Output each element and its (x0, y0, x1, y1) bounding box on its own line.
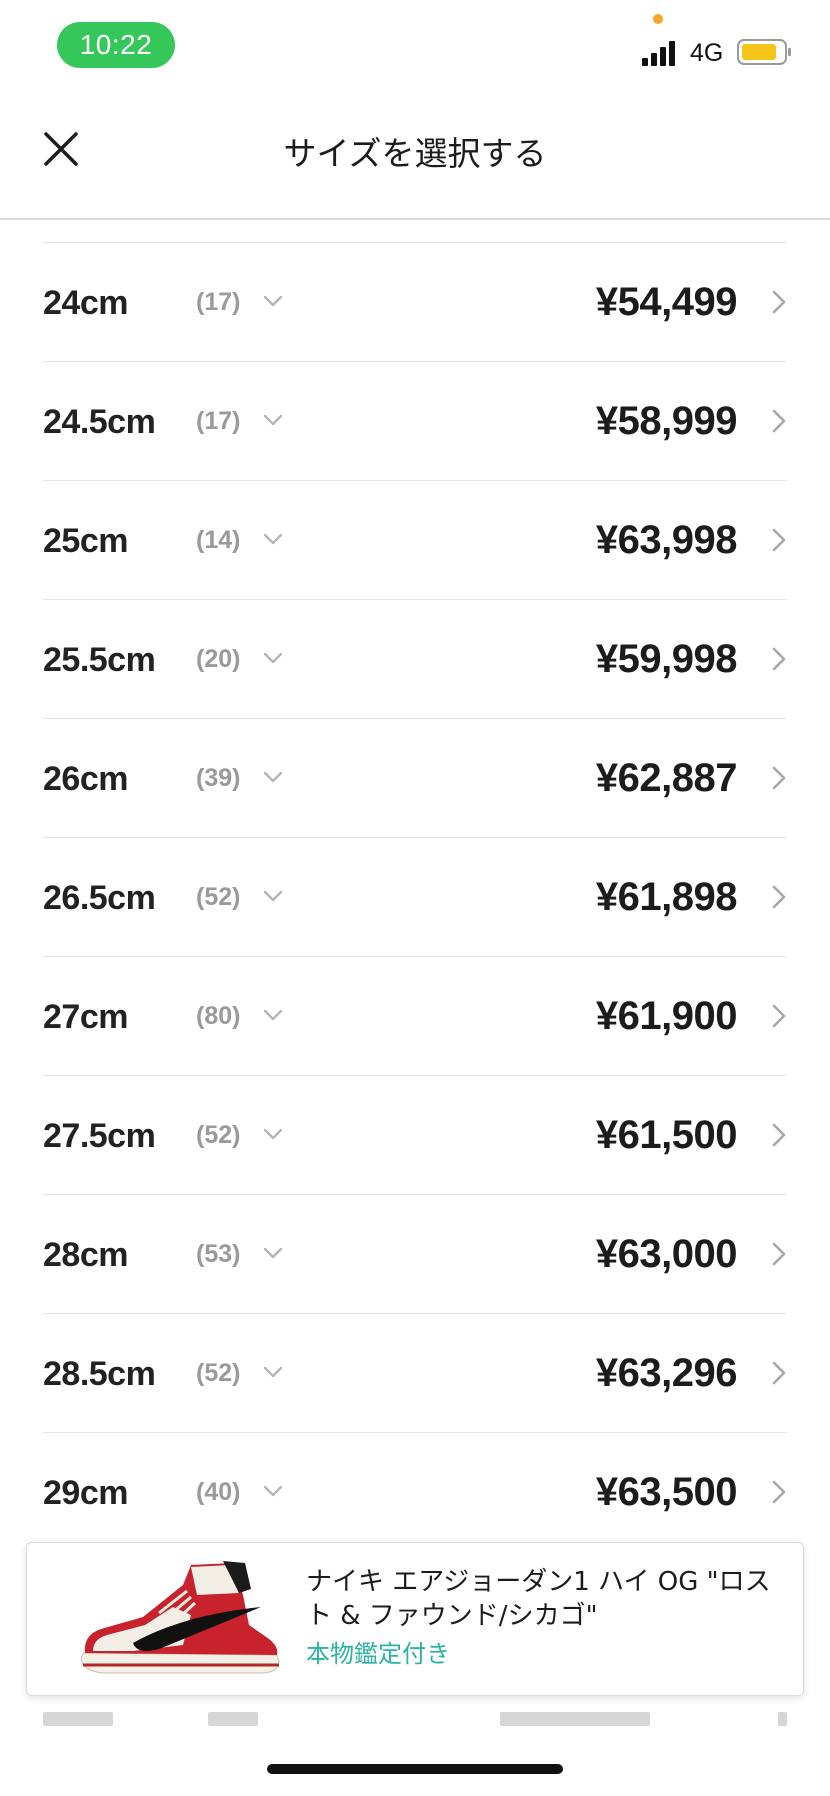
listing-count-toggle[interactable]: (40) (196, 1471, 296, 1515)
size-row[interactable]: 27cm (80) ¥61,900 (43, 957, 787, 1076)
chevron-right-icon (772, 1242, 786, 1266)
price-label: ¥54,499 (595, 280, 738, 324)
chevron-right-icon (772, 528, 786, 552)
chevron-down-icon (263, 1485, 283, 1497)
price-label: ¥61,898 (595, 875, 738, 919)
chevron-right-icon (772, 885, 786, 909)
size-label: 28cm (43, 1236, 128, 1274)
chevron-down-icon (263, 890, 283, 902)
chevron-down-icon (263, 1128, 283, 1140)
size-label: 24.5cm (43, 403, 156, 441)
status-bar: 10:22 4G (0, 0, 830, 92)
listing-count: (20) (196, 645, 241, 673)
listing-count-toggle[interactable]: (39) (196, 757, 296, 801)
price-label: ¥62,887 (595, 756, 738, 800)
product-card[interactable]: ナイキ エアジョーダン1 ハイ OG "ロスト & ファウンド/シカゴ" 本物鑑… (26, 1542, 804, 1696)
size-row[interactable]: 27.5cm (52) ¥61,500 (43, 1076, 787, 1195)
sneaker-image (80, 1561, 280, 1674)
listing-count-toggle[interactable]: (52) (196, 1114, 296, 1158)
listing-count: (17) (196, 407, 241, 435)
listing-count-toggle[interactable]: (14) (196, 519, 296, 563)
size-list[interactable]: 24cm (17) ¥54,499 24.5cm (17) ¥58,999 25cm (14)… (0, 220, 830, 1720)
home-indicator[interactable] (267, 1764, 563, 1774)
chevron-right-icon (772, 1361, 786, 1385)
chevron-down-icon (263, 1366, 283, 1378)
chevron-down-icon (263, 414, 283, 426)
price-label: ¥59,998 (595, 637, 738, 681)
price-label: ¥58,999 (595, 399, 738, 443)
listing-count-toggle[interactable]: (80) (196, 995, 296, 1039)
price-label: ¥61,500 (595, 1113, 738, 1157)
size-row[interactable]: 26.5cm (52) ¥61,898 (43, 838, 787, 957)
page-title: サイズを選択する (283, 134, 547, 173)
listing-count: (52) (196, 1359, 241, 1387)
chevron-right-icon (772, 1123, 786, 1147)
chevron-right-icon (772, 409, 786, 433)
size-row[interactable]: 25cm (14) ¥63,998 (43, 481, 787, 600)
size-rows: 24cm (17) ¥54,499 24.5cm (17) ¥58,999 25cm (14)… (43, 243, 787, 1552)
listing-count-toggle[interactable]: (17) (196, 400, 296, 444)
chevron-right-icon (772, 647, 786, 671)
chevron-down-icon (263, 295, 283, 307)
price-label: ¥61,900 (595, 994, 738, 1038)
size-label: 27.5cm (43, 1117, 156, 1155)
network-type: 4G (690, 39, 724, 67)
chevron-right-icon (772, 766, 786, 790)
size-label: 26.5cm (43, 879, 156, 917)
price-label: ¥63,500 (595, 1470, 738, 1514)
size-row[interactable]: 24cm (17) ¥54,499 (43, 243, 787, 362)
size-row[interactable]: 28.5cm (52) ¥63,296 (43, 1314, 787, 1433)
price-label: ¥63,296 (595, 1351, 738, 1395)
size-label: 27cm (43, 998, 128, 1036)
size-row[interactable]: 24.5cm (17) ¥58,999 (43, 362, 787, 481)
chevron-down-icon (263, 652, 283, 664)
modal-header: サイズを選択する (0, 92, 830, 220)
size-label: 25.5cm (43, 641, 156, 679)
listing-count-toggle[interactable]: (52) (196, 1352, 296, 1396)
chevron-down-icon (263, 533, 283, 545)
listing-count: (52) (196, 883, 241, 911)
privacy-indicator-dot (653, 14, 663, 24)
size-label: 29cm (43, 1474, 128, 1512)
price-label: ¥63,998 (595, 518, 738, 562)
listing-count: (53) (196, 1240, 241, 1268)
listing-count-toggle[interactable]: (20) (196, 638, 296, 682)
listing-count-toggle[interactable]: (17) (196, 281, 296, 325)
authenticity-badge: 本物鑑定付き (306, 1640, 450, 1668)
size-label: 26cm (43, 760, 128, 798)
chevron-down-icon (263, 771, 283, 783)
listing-count-toggle[interactable]: (52) (196, 876, 296, 920)
listing-count-toggle[interactable]: (53) (196, 1233, 296, 1277)
price-label: ¥63,000 (595, 1232, 738, 1276)
listing-count: (52) (196, 1121, 241, 1149)
chevron-right-icon (772, 1004, 786, 1028)
listing-count: (80) (196, 1002, 241, 1030)
status-time: 10:22 (57, 22, 175, 68)
chevron-down-icon (263, 1009, 283, 1021)
listing-count: (14) (196, 526, 241, 554)
size-row[interactable]: 28cm (53) ¥63,000 (43, 1195, 787, 1314)
signal-icon (642, 41, 675, 66)
size-label: 28.5cm (43, 1355, 156, 1393)
size-row[interactable]: 25.5cm (20) ¥59,998 (43, 600, 787, 719)
size-label: 24cm (43, 284, 128, 322)
battery-icon (737, 39, 791, 65)
listing-count: (40) (196, 1478, 241, 1506)
next-row-peek (43, 1712, 787, 1728)
chevron-right-icon (772, 290, 786, 314)
listing-count: (17) (196, 288, 241, 316)
product-name: ナイキ エアジョーダン1 ハイ OG "ロスト & ファウンド/シカゴ" (306, 1567, 771, 1631)
size-row[interactable]: 26cm (39) ¥62,887 (43, 719, 787, 838)
size-label: 25cm (43, 522, 128, 560)
size-row[interactable]: 29cm (40) ¥63,500 (43, 1433, 787, 1552)
chevron-down-icon (263, 1247, 283, 1259)
listing-count: (39) (196, 764, 241, 792)
chevron-right-icon (772, 1480, 786, 1504)
